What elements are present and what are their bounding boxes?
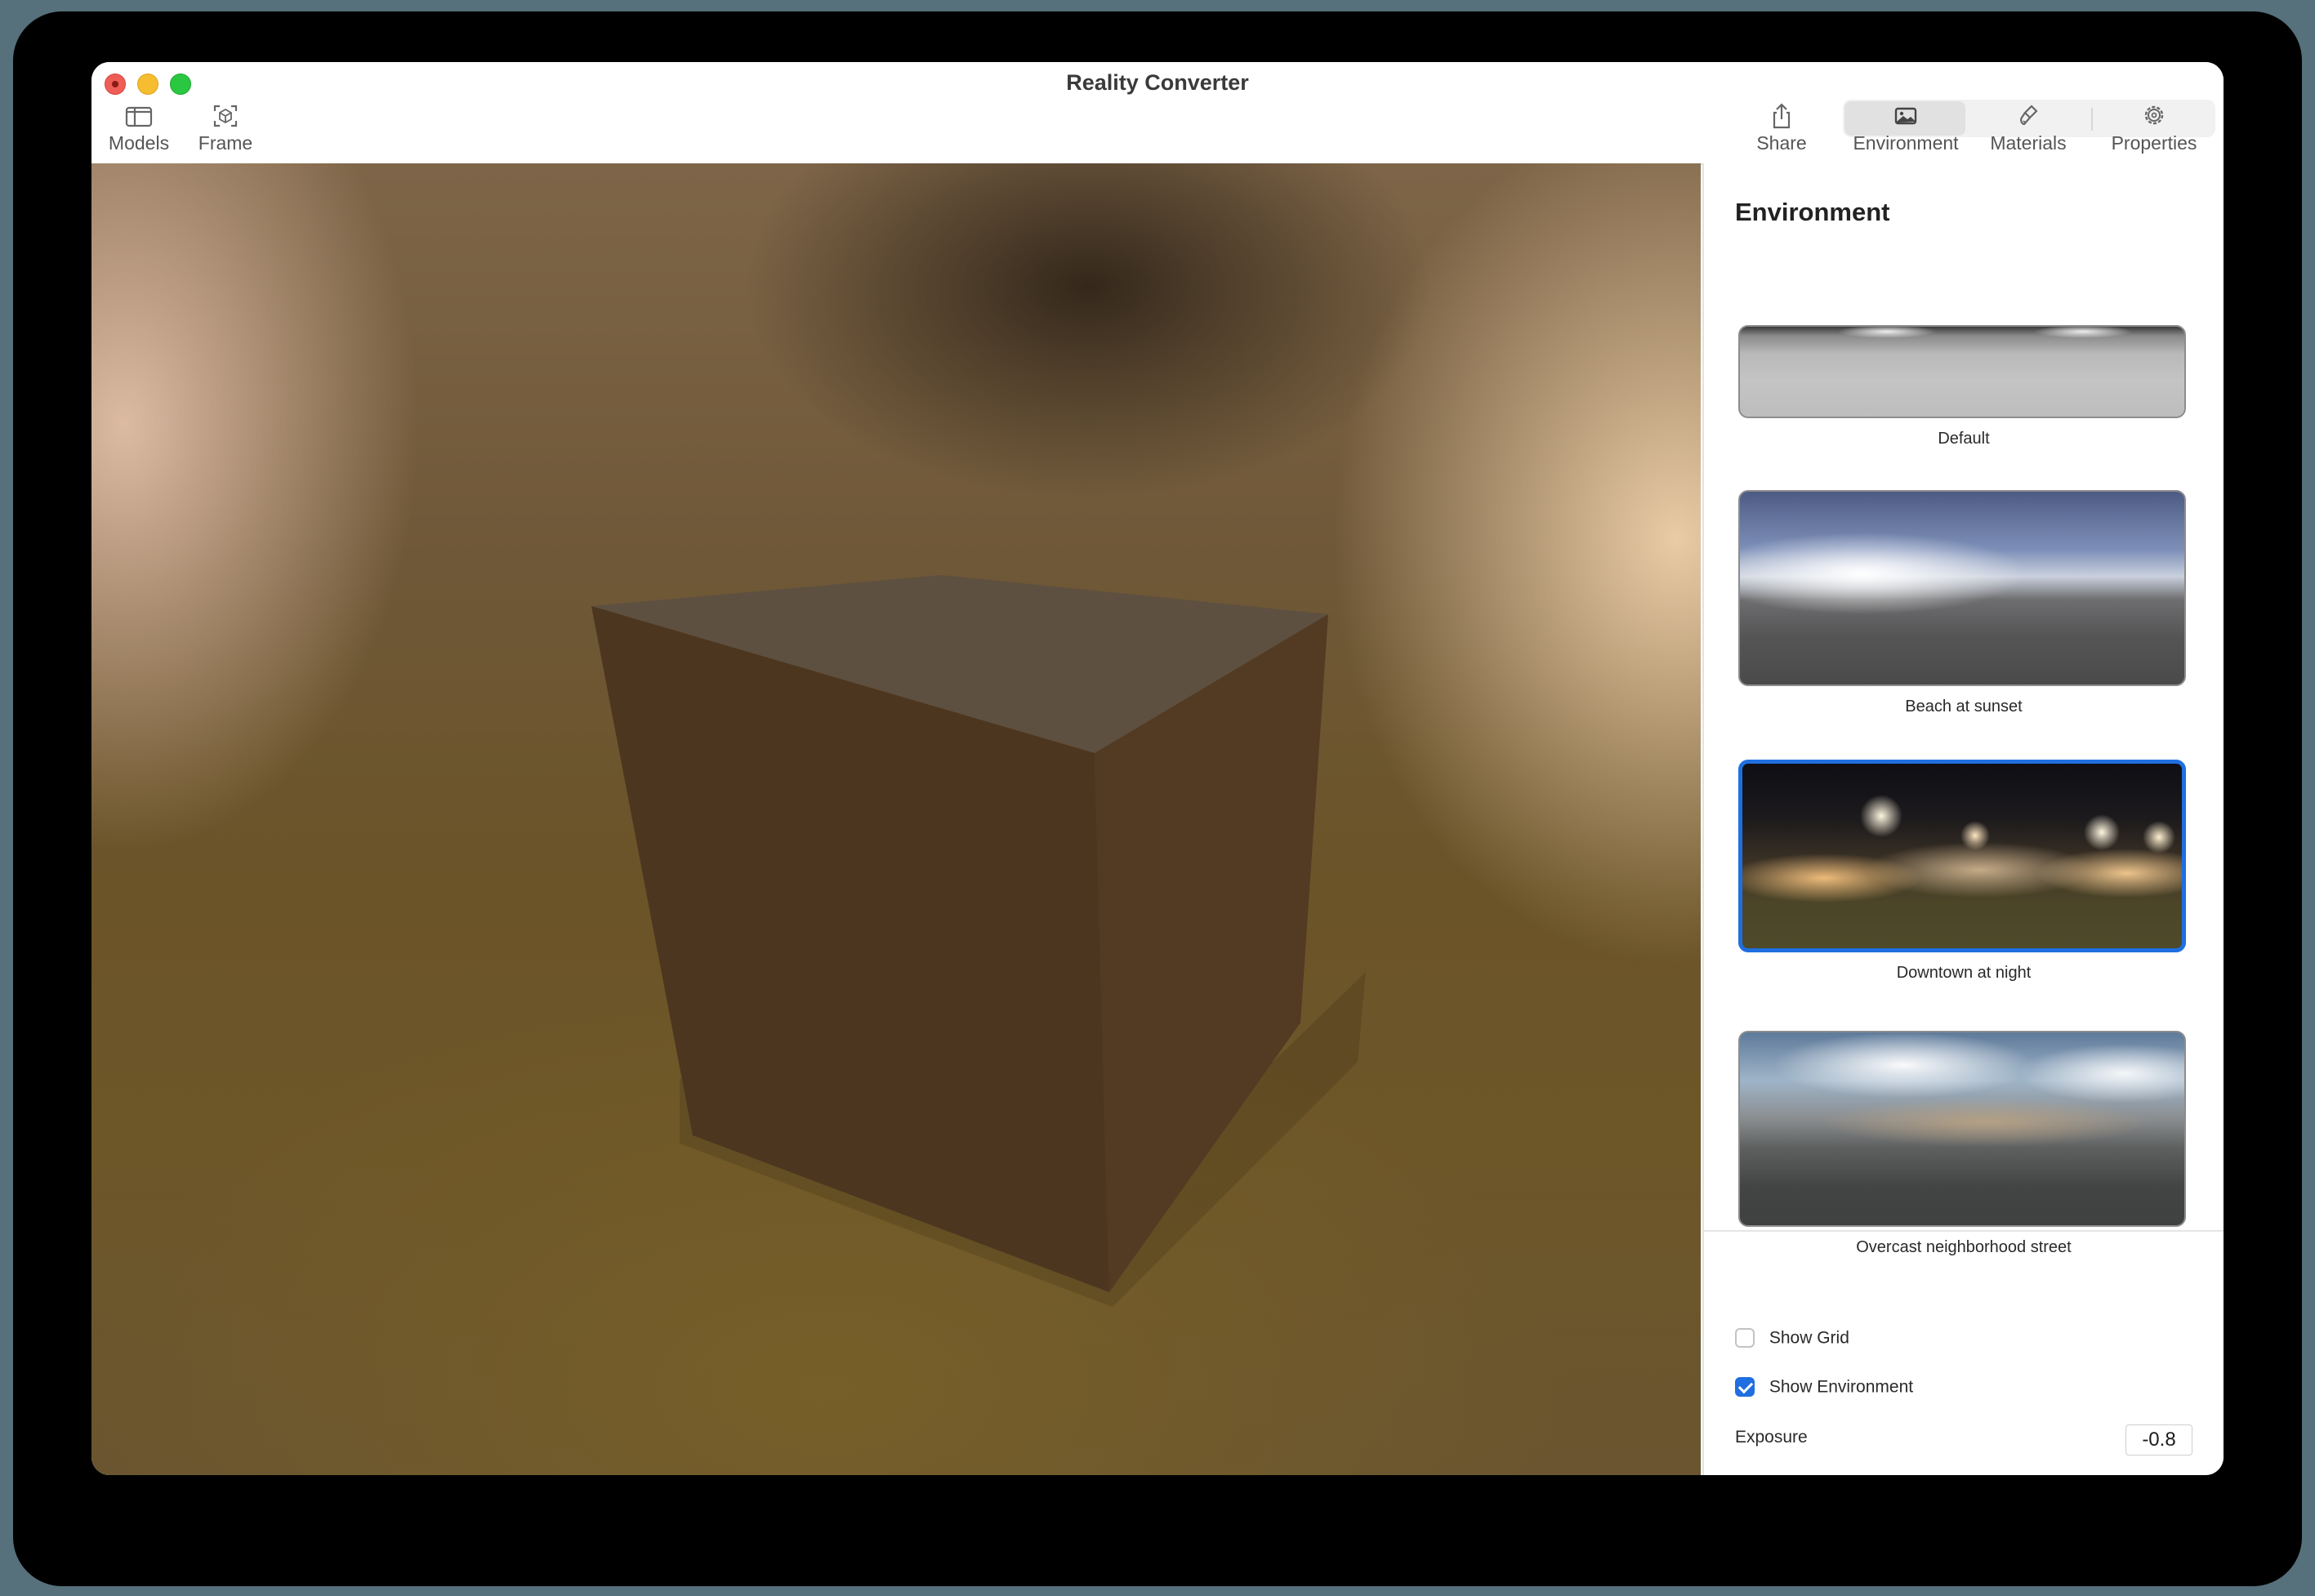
show-grid-label: Show Grid [1769,1328,1849,1348]
panel-title: Environment [1735,198,1890,226]
show-grid-row[interactable]: Show Grid [1735,1328,1849,1349]
tab-properties-label: Properties [2111,132,2197,154]
paintbrush-icon [2020,105,2038,126]
tab-materials-label: Materials [1990,132,2067,154]
show-environment-row[interactable]: Show Environment [1735,1377,1914,1398]
toolbar: Reality Converter Models Frame Share Env… [91,62,2224,165]
models-label: Models [108,132,170,154]
show-grid-checkbox[interactable] [1735,1328,1755,1349]
environment-thumbnail[interactable] [1738,325,2186,418]
tab-properties[interactable]: Properties [2093,100,2215,158]
inspector-panel: Environment Default Beach at sunset Down… [1702,163,2224,1475]
environment-option-overcast[interactable]: Overcast neighborhood street [1738,1031,2189,1257]
show-environment-label: Show Environment [1769,1377,1914,1397]
tab-environment[interactable]: Environment [1848,100,1964,158]
model-viewport[interactable] [91,163,1701,1475]
photo-icon [1894,107,1917,125]
frame-icon [213,105,238,127]
exposure-value-field[interactable]: -0.8 [2125,1424,2192,1456]
share-icon [1773,103,1791,129]
environment-option-downtown[interactable]: Downtown at night [1738,760,2189,983]
sidebar-icon [125,106,153,127]
panel-divider [1704,1230,2224,1232]
environment-thumbnail-selected[interactable] [1738,760,2186,952]
environment-label: Beach at sunset [1905,698,2023,716]
show-environment-checkbox[interactable] [1735,1377,1755,1398]
share-button[interactable]: Share [1745,100,1818,158]
tab-environment-label: Environment [1853,132,1959,154]
environment-label: Default [1938,430,1990,448]
tab-materials[interactable]: Materials [1969,100,2088,158]
environment-label: Downtown at night [1896,964,2032,982]
environment-option-default[interactable]: Default [1738,325,2189,448]
environment-thumbnail[interactable] [1738,490,2186,686]
share-label: Share [1756,132,1807,154]
models-button[interactable]: Models [98,100,180,158]
app-window: Reality Converter Models Frame Share Env… [91,62,2224,1475]
frame-button[interactable]: Frame [185,100,266,158]
frame-label: Frame [198,132,253,154]
exposure-label: Exposure [1735,1428,1808,1447]
environment-option-beach[interactable]: Beach at sunset [1738,490,2189,716]
environment-label: Overcast neighborhood street [1856,1238,2072,1256]
window-title: Reality Converter [1066,70,1249,95]
gear-icon [2144,105,2164,125]
cube-model[interactable] [91,163,1701,1475]
environment-thumbnail[interactable] [1738,1031,2186,1227]
